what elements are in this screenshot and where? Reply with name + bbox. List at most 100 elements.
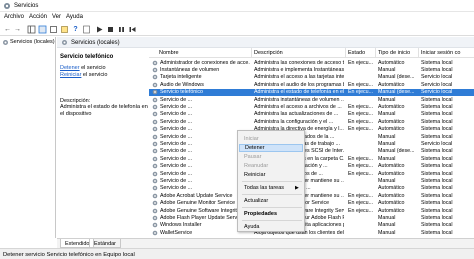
- cell-start-type: Automático: [378, 170, 405, 177]
- table-row[interactable]: Servicio de ... Administra las actualizac…: [149, 111, 474, 118]
- cell-start-type: Manual: [378, 66, 396, 73]
- cell-logon: Sistema local: [421, 192, 453, 199]
- cell-logon: Sistema local: [421, 170, 453, 177]
- menu-item-all-tasks[interactable]: Todas las tareas: [244, 185, 284, 191]
- table-row[interactable]: Servicio telefónico Administra el estado …: [149, 88, 474, 96]
- column-separator[interactable]: [418, 48, 419, 58]
- list-view-icon[interactable]: [38, 25, 47, 34]
- cell-description: Administra el estado de telefonía en el …: [254, 89, 344, 96]
- table-row[interactable]: Servicio de ...Administra los espacios d…: [149, 170, 474, 177]
- table-row[interactable]: Adobe Acrobat Update ServiceAdobe Acroba…: [149, 192, 474, 199]
- cell-name: Servicio de ...: [160, 103, 193, 110]
- cell-description: Administra instantáneas de volumen ...: [254, 96, 344, 103]
- menu-item-start: Iniciar: [244, 136, 259, 142]
- cell-logon: Sistema local: [421, 207, 453, 214]
- stop-link-word[interactable]: Detener: [60, 65, 80, 71]
- column-name[interactable]: Nombre: [159, 50, 179, 56]
- gear-icon: [152, 156, 158, 162]
- cell-logon: Sistema local: [421, 177, 453, 184]
- cell-name: Servicio de ...: [160, 118, 193, 125]
- tree-node-services-local[interactable]: Servicios (locales): [2, 39, 55, 47]
- table-row[interactable]: Servicio de ...Administra los objetos en…: [149, 155, 474, 162]
- cell-status: En ejecu...: [348, 126, 374, 133]
- cell-description: Administra el acceso a archivos de ...: [254, 103, 342, 110]
- gear-icon: [152, 193, 158, 199]
- cell-start-type: Manual: [378, 133, 396, 140]
- gear-icon: [152, 60, 158, 65]
- console-tree-icon[interactable]: [27, 25, 36, 34]
- cell-start-type: Manual: [378, 214, 396, 221]
- menu-item-help[interactable]: Ayuda: [244, 224, 260, 230]
- table-row[interactable]: Servicio de ...Administra la configuraci…: [149, 163, 474, 170]
- cell-status: En ejecu...: [348, 163, 374, 170]
- gear-icon: [152, 82, 158, 88]
- column-logon[interactable]: Iniciar sesión co: [421, 50, 460, 56]
- cell-start-type: Automático: [378, 118, 405, 125]
- table-row[interactable]: Tarjeta inteligente Administra el acceso …: [149, 74, 474, 81]
- help-icon[interactable]: ?: [71, 25, 80, 34]
- table-row[interactable]: Servicio de ...Administra la directiva d…: [149, 126, 474, 133]
- gear-icon: [152, 67, 158, 73]
- cell-start-type: Automático: [378, 163, 405, 170]
- column-status[interactable]: Estado: [348, 50, 365, 56]
- menu-archivo[interactable]: Archivo: [4, 14, 24, 20]
- table-row[interactable]: Servicio de ...Administra los certificad…: [149, 133, 474, 140]
- restart-service-link[interactable]: Reiniciar el servicio: [60, 72, 107, 78]
- refresh-icon[interactable]: [49, 25, 58, 34]
- stop-icon[interactable]: [106, 25, 115, 34]
- table-row[interactable]: WalletService Aloja objetos que usan los …: [149, 229, 474, 236]
- cell-name: Tarjeta inteligente: [160, 74, 202, 81]
- menu-item-properties[interactable]: Propiedades: [244, 211, 277, 217]
- cell-logon: Sistema local: [421, 163, 453, 170]
- cell-start-type: Manual: [378, 177, 396, 184]
- services-panel: Servicios (locales) Servicio telefónico …: [57, 37, 474, 238]
- table-row[interactable]: Instantáneas de volumen Administra e impl…: [149, 66, 474, 73]
- cell-start-type: Manual (dese...: [378, 74, 415, 81]
- menu-item-stop[interactable]: Detener: [239, 144, 303, 152]
- properties-icon[interactable]: [82, 25, 91, 34]
- restart-link-word[interactable]: Reiniciar: [60, 72, 81, 78]
- table-row[interactable]: Servicio de ...Adobe Acrobat Updater man…: [149, 177, 474, 184]
- title-bar: Servicios: [0, 0, 474, 12]
- table-row[interactable]: Servicio de ... Administra instantáneas d…: [149, 96, 474, 103]
- table-row[interactable]: Audio de Windows Administra el audio de l…: [149, 81, 474, 88]
- column-separator[interactable]: [251, 48, 252, 58]
- column-start-type[interactable]: Tipo de inicio: [378, 50, 410, 56]
- menu-accion[interactable]: Acción: [29, 14, 47, 20]
- cell-status: En ejecu...: [348, 207, 374, 214]
- table-row[interactable]: Administrador de conexiones de acce... Ad…: [149, 59, 474, 66]
- gear-icon: [152, 134, 158, 139]
- menu-separator: [242, 207, 302, 208]
- gear-icon: [152, 230, 158, 236]
- stop-service-link[interactable]: Detener el servicio: [60, 65, 106, 71]
- menu-ayuda[interactable]: Ayuda: [66, 14, 83, 20]
- table-row[interactable]: Servicio de ... Administra el acceso a ar…: [149, 103, 474, 110]
- export-list-icon[interactable]: [60, 25, 69, 34]
- description-text: Administra el estado de telefonía en el …: [60, 104, 148, 117]
- cell-status: En ejecu...: [348, 103, 374, 110]
- table-row[interactable]: Adobe Genuine Monitor ServiceAdobe Genui…: [149, 200, 474, 207]
- cell-logon: Servicio local: [421, 89, 453, 96]
- column-separator[interactable]: [345, 48, 346, 58]
- forward-arrow-icon[interactable]: →: [13, 25, 22, 34]
- column-separator[interactable]: [375, 48, 376, 58]
- table-row[interactable]: Adobe Flash Player Update ServiceAgent t…: [149, 214, 474, 221]
- column-description[interactable]: Descripción: [254, 50, 283, 56]
- table-row[interactable]: Windows InstallerAgrega, modifica y quit…: [149, 222, 474, 229]
- table-row[interactable]: Adobe Genuine Software Integrity Ser...A…: [149, 207, 474, 214]
- panel-header-title: Servicios (locales): [71, 39, 120, 46]
- cell-start-type: Automático: [378, 207, 405, 214]
- pause-icon[interactable]: [117, 25, 126, 34]
- menu-item-restart[interactable]: Reiniciar: [244, 172, 265, 178]
- restart-icon[interactable]: [128, 25, 137, 34]
- table-row[interactable]: Servicio de ...Agente de reenvío de ...A…: [149, 185, 474, 192]
- menu-item-refresh[interactable]: Actualizar: [244, 198, 268, 204]
- back-arrow-icon[interactable]: ←: [3, 25, 12, 34]
- cell-logon: Sistema local: [421, 59, 453, 66]
- table-row[interactable]: Servicio de ...Administra la configuraci…: [149, 118, 474, 125]
- play-icon[interactable]: [95, 25, 104, 34]
- table-row[interactable]: Servicio de ...Administra las carpetas d…: [149, 140, 474, 147]
- menu-ver[interactable]: Ver: [52, 14, 61, 20]
- table-row[interactable]: Servicio de ...Administra las sesiones S…: [149, 148, 474, 155]
- tab-standard[interactable]: Estándar: [89, 239, 122, 248]
